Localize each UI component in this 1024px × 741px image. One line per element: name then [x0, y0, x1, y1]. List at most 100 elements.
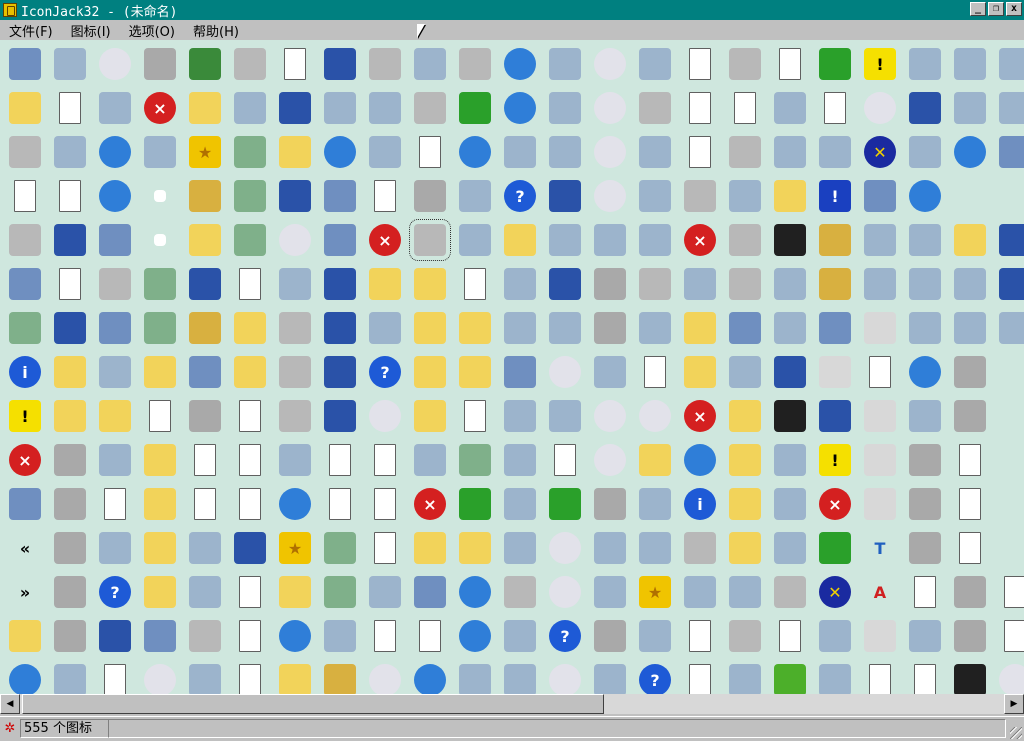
checkmark-doc-icon[interactable] [770, 616, 810, 656]
drive-window-icon[interactable] [950, 352, 990, 392]
search-doc-icon[interactable] [185, 484, 225, 524]
folder-arrow-icon[interactable] [410, 528, 450, 568]
folder-icon[interactable] [50, 352, 90, 392]
clock-icon[interactable] [635, 484, 675, 524]
drive-gray-icon[interactable] [590, 484, 630, 524]
puzzle-doc-icon[interactable] [230, 572, 270, 612]
network-card-icon[interactable] [905, 308, 945, 348]
resize-box-icon[interactable] [860, 308, 900, 348]
cd-dvd-icon[interactable] [545, 528, 585, 568]
star-small-icon[interactable]: ★ [635, 572, 675, 612]
command-key-icon[interactable] [770, 308, 810, 348]
users-group-icon[interactable] [320, 616, 360, 656]
clock-icon[interactable] [95, 440, 135, 480]
close-button[interactable]: x [1006, 2, 1022, 16]
folder-icon[interactable] [950, 220, 990, 260]
folder-drive-icon[interactable] [140, 528, 180, 568]
cross-circle-icon[interactable]: ✕ [860, 132, 900, 172]
window-card-icon[interactable] [275, 88, 315, 128]
globe-arrow-icon[interactable] [275, 616, 315, 656]
laptop-icon[interactable] [860, 176, 900, 216]
resize-box-icon[interactable] [860, 484, 900, 524]
cursor-doc-icon[interactable] [320, 440, 360, 480]
window-screen-icon[interactable] [320, 396, 360, 436]
mobile-phone-icon[interactable] [635, 44, 675, 84]
drive-selected-icon[interactable] [410, 176, 450, 216]
computer-icon[interactable] [5, 44, 45, 84]
printer-doc-icon[interactable] [275, 396, 315, 436]
printer-icon[interactable] [455, 44, 495, 84]
window-clock-icon[interactable] [995, 220, 1024, 260]
window-gear-icon[interactable] [320, 44, 360, 84]
star-icon[interactable]: ★ [185, 132, 225, 172]
tower-icon[interactable] [50, 132, 90, 172]
drive-gray-icon[interactable] [50, 528, 90, 568]
magnifier-icon[interactable] [635, 616, 675, 656]
folder-globe-icon[interactable] [410, 308, 450, 348]
mouse-icon[interactable] [410, 44, 450, 84]
key-button-icon[interactable] [185, 176, 225, 216]
word-doc-icon[interactable] [50, 88, 90, 128]
flag-network-icon[interactable] [770, 440, 810, 480]
clock-arrow-icon[interactable] [500, 308, 540, 348]
recycle-bin-icon[interactable] [140, 264, 180, 304]
computer-bar-icon[interactable] [140, 616, 180, 656]
internet-explorer-icon[interactable] [95, 132, 135, 172]
floppy-yellow-icon[interactable] [590, 616, 630, 656]
warning-blue-icon[interactable]: ! [815, 176, 855, 216]
drive-gray-icon[interactable] [590, 264, 630, 304]
handheld-icon[interactable] [635, 220, 675, 260]
folder-computer-icon[interactable] [455, 352, 495, 392]
network-computers-icon[interactable] [860, 220, 900, 260]
camera-icon[interactable] [455, 176, 495, 216]
paint-doc-icon[interactable] [95, 484, 135, 524]
globe-network-icon[interactable] [455, 616, 495, 656]
play-icon[interactable] [455, 88, 495, 128]
users-icon[interactable] [545, 220, 585, 260]
search-doc-icon[interactable] [905, 572, 945, 612]
user-key-icon[interactable] [365, 308, 405, 348]
icon-grid[interactable]: ! × ★ ✕?! × × i?! × ×! × i × « ★ T »? ★ ✕ A?? [0, 40, 1024, 694]
folder-doc-icon[interactable] [725, 440, 765, 480]
folder-page-icon[interactable] [410, 352, 450, 392]
brush-icon[interactable] [725, 660, 765, 694]
globe-icon[interactable] [455, 132, 495, 172]
folder-tool-icon[interactable] [140, 440, 180, 480]
checkbox-icon[interactable] [680, 264, 720, 304]
drive-gray-icon[interactable] [590, 308, 630, 348]
info-icon[interactable]: i [680, 484, 720, 524]
folder-computer-icon[interactable] [185, 88, 225, 128]
recycle-bin-icon[interactable] [455, 440, 495, 480]
power-button-icon[interactable]: × [140, 88, 180, 128]
projector-icon[interactable] [455, 220, 495, 260]
picture-frame-icon[interactable] [320, 88, 360, 128]
printer-network-icon[interactable] [725, 220, 765, 260]
cd-rom-icon[interactable] [545, 660, 585, 694]
dvd-r-icon[interactable] [590, 176, 630, 216]
teddy-bear-icon[interactable] [905, 220, 945, 260]
disc-stack-icon[interactable] [500, 528, 540, 568]
wrench-doc-icon[interactable] [905, 660, 945, 694]
globe-window-icon[interactable] [320, 132, 360, 172]
disc-icon[interactable] [995, 308, 1024, 348]
windows-stack-icon[interactable] [815, 396, 855, 436]
doc-icon[interactable] [950, 528, 990, 568]
window-gear-icon[interactable] [230, 528, 270, 568]
recycle-bin-icon[interactable] [230, 220, 270, 260]
horizontal-scrollbar[interactable]: ◀ ▶ [0, 694, 1024, 714]
pages-icon[interactable] [365, 440, 405, 480]
msn-butterfly-icon[interactable] [410, 440, 450, 480]
chip-icon[interactable] [95, 88, 135, 128]
folder-list-icon[interactable] [275, 572, 315, 612]
picture-frame-icon[interactable] [185, 660, 225, 694]
warning-drive-icon[interactable] [950, 308, 990, 348]
menu-help[interactable]: 帮助(H) [184, 21, 248, 40]
dvd-icon[interactable] [995, 660, 1024, 694]
globe-mouse-icon[interactable] [95, 176, 135, 216]
small-drive-icon[interactable] [635, 132, 675, 172]
help-icon[interactable]: ? [500, 176, 540, 216]
dvd-icon[interactable] [860, 88, 900, 128]
number-one-icon[interactable] [860, 616, 900, 656]
user-card-icon[interactable] [815, 660, 855, 694]
exclamation-icon[interactable]: ! [815, 440, 855, 480]
